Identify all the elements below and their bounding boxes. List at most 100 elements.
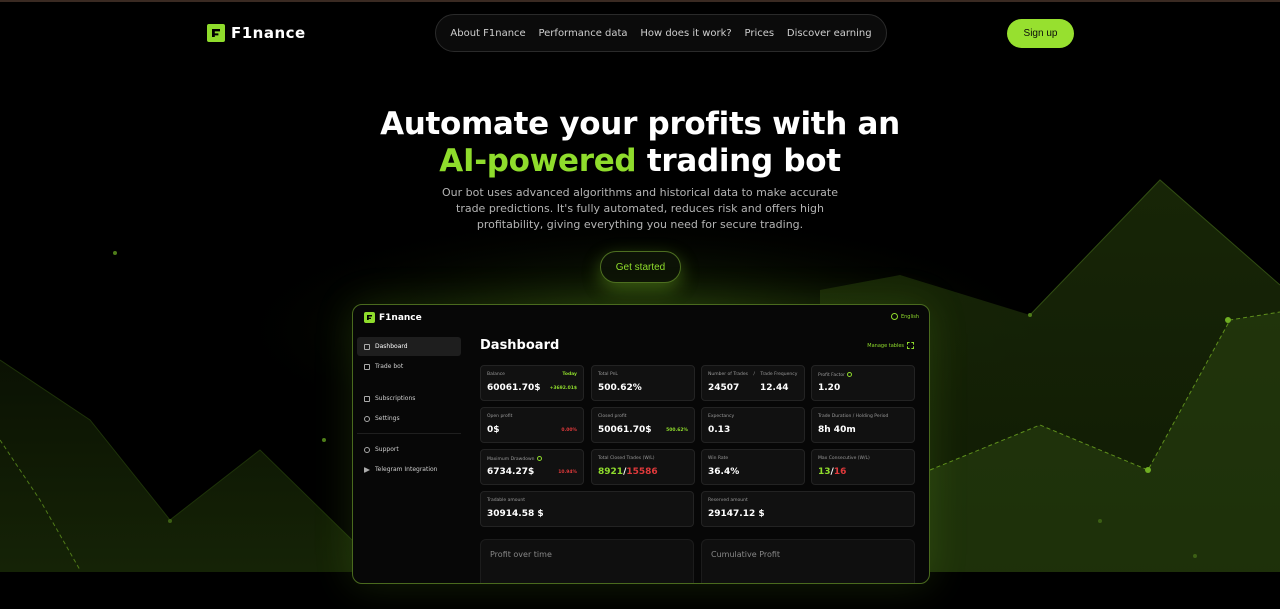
- sidebar-item-telegram[interactable]: Telegram Integration: [357, 460, 461, 479]
- hero-title: Automate your profits with an AI-powered…: [340, 106, 940, 180]
- profit-factor-label: Profit Factor: [818, 372, 852, 378]
- win-rate-card: Win Rate 36.4%: [701, 449, 805, 485]
- dashboard-title: Dashboard: [480, 338, 560, 353]
- open-profit-card: Open profit 0$ 0.00%: [480, 407, 584, 443]
- profit-over-time-chart: Profit over time: [480, 539, 694, 583]
- chart-icon: [364, 363, 370, 370]
- grid-icon: [364, 343, 370, 350]
- nav-about[interactable]: About F1nance: [450, 28, 525, 39]
- expectancy-label: Expectancy: [708, 414, 735, 419]
- manage-tables-button[interactable]: Manage tables: [867, 342, 914, 349]
- sidebar-item-settings[interactable]: Settings: [357, 409, 461, 428]
- dashboard-brand: F1nance: [379, 312, 422, 323]
- label-separator: /: [753, 372, 755, 377]
- total-pnl-card: Total PnL 500.62%: [591, 365, 695, 401]
- closed-profit-label: Closed profit: [598, 414, 627, 419]
- max-drawdown-card: Maximum Drawdown 6734.27$ 10.94%: [480, 449, 584, 485]
- max-drawdown-label: Maximum Drawdown: [487, 456, 542, 462]
- open-profit-value: 0$: [487, 425, 500, 435]
- reserved-amount-value: 29147.12 $: [708, 509, 765, 519]
- expectancy-value: 0.13: [708, 425, 731, 435]
- expectancy-card: Expectancy 0.13: [701, 407, 805, 443]
- max-drawdown-percent: 10.94%: [558, 470, 577, 475]
- consecutive-losses: 16: [833, 467, 847, 477]
- cumulative-profit-title: Cumulative Profit: [711, 550, 781, 559]
- info-icon[interactable]: [536, 456, 542, 461]
- reserved-amount-card: Reserved amount 29147.12 $: [701, 491, 915, 527]
- sidebar-item-trade-bot[interactable]: Trade bot: [357, 357, 461, 376]
- open-profit-percent: 0.00%: [561, 428, 577, 433]
- sidebar-item-dashboard[interactable]: Dashboard: [357, 337, 461, 356]
- telegram-icon: [364, 466, 370, 473]
- tradable-amount-card: Tradable amount 30914.58 $: [480, 491, 694, 527]
- dashboard-preview: F1nance English Dashboard Trade bot Subs…: [352, 304, 930, 584]
- get-started-button[interactable]: Get started: [600, 251, 681, 283]
- open-profit-label: Open profit: [487, 414, 513, 419]
- sidebar-item-label: Trade bot: [375, 363, 404, 370]
- frequency-label: Trade Frequency: [760, 372, 798, 377]
- info-icon[interactable]: [846, 372, 852, 377]
- max-drawdown-text: Maximum Drawdown: [487, 457, 535, 462]
- reserved-amount-label: Reserved amount: [708, 498, 748, 503]
- logo-icon: [364, 312, 375, 323]
- hero-subtitle: Our bot uses advanced algorithms and his…: [442, 186, 838, 231]
- total-pnl-value: 500.62%: [598, 383, 642, 393]
- card-icon: [364, 395, 370, 402]
- layout-icon: [907, 342, 914, 349]
- trade-duration-label: Trade Duration / Holding Period: [818, 414, 889, 419]
- wins-value: 8921: [598, 467, 624, 477]
- profit-factor-card: Profit Factor 1.20: [811, 365, 915, 401]
- tradable-amount-label: Tradable amount: [487, 498, 525, 503]
- cumulative-profit-chart: Cumulative Profit: [701, 539, 915, 583]
- gear-icon: [364, 415, 370, 422]
- losses-value: 15586: [626, 467, 658, 477]
- signup-button[interactable]: Sign up: [1007, 19, 1074, 48]
- profit-factor-text: Profit Factor: [818, 373, 845, 378]
- nav-discover-earning[interactable]: Discover earning: [787, 28, 872, 39]
- total-closed-trades-label: Total Closed Trades (W/L): [598, 456, 655, 461]
- balance-label: Balance: [487, 372, 505, 377]
- number-of-trades-label: Number of Trades / Trade Frequency: [708, 372, 797, 377]
- language-selector[interactable]: English: [890, 313, 919, 320]
- dashboard-sidebar: Dashboard Trade bot Subscriptions Settin…: [357, 337, 461, 480]
- balance-today-label: Today: [562, 372, 577, 377]
- trade-duration-value: 8h 40m: [818, 425, 856, 435]
- trade-duration-card: Trade Duration / Holding Period 8h 40m: [811, 407, 915, 443]
- dashboard-logo: F1nance: [364, 312, 422, 323]
- sidebar-divider: [357, 433, 461, 434]
- help-icon: [364, 446, 370, 453]
- balance-card: Balance Today 60061.70$ +3692.01$: [480, 365, 584, 401]
- sidebar-item-label: Subscriptions: [375, 395, 416, 402]
- brand-name: F1nance: [231, 24, 306, 42]
- hero-title-accent: AI-powered: [439, 143, 637, 179]
- sidebar-item-subscriptions[interactable]: Subscriptions: [357, 389, 461, 408]
- globe-icon: [890, 313, 898, 320]
- language-label: English: [900, 313, 919, 320]
- nav-performance[interactable]: Performance data: [538, 28, 627, 39]
- logo-icon: [207, 24, 225, 42]
- win-rate-label: Win Rate: [708, 456, 729, 461]
- max-consecutive-label: Max Consecutive (W/L): [818, 456, 870, 461]
- profit-factor-value: 1.20: [818, 383, 841, 393]
- brand-logo[interactable]: F1nance: [207, 24, 306, 42]
- max-consecutive-value: 13/16: [818, 467, 846, 477]
- win-rate-value: 36.4%: [708, 467, 740, 477]
- nav-prices[interactable]: Prices: [745, 28, 775, 39]
- sidebar-item-label: Telegram Integration: [375, 466, 438, 473]
- manage-tables-label: Manage tables: [867, 342, 904, 349]
- trade-frequency-value: 12.44: [760, 383, 789, 393]
- nav-how-it-works[interactable]: How does it work?: [640, 28, 731, 39]
- hero-title-rest: trading bot: [646, 143, 841, 179]
- hero-title-line1: Automate your profits with an: [380, 106, 900, 142]
- consecutive-wins: 13: [818, 467, 831, 477]
- main-nav: About F1nance Performance data How does …: [435, 14, 887, 52]
- total-closed-trades-value: 8921/15586: [598, 467, 658, 477]
- trades-label: Number of Trades: [708, 372, 748, 377]
- sidebar-item-support[interactable]: Support: [357, 440, 461, 459]
- number-of-trades-value: 24507: [708, 383, 740, 393]
- balance-change: +3692.01$: [549, 386, 577, 391]
- closed-profit-card: Closed profit 50061.70$ 500.62%: [591, 407, 695, 443]
- sidebar-item-label: Support: [375, 446, 399, 453]
- max-consecutive-card: Max Consecutive (W/L) 13/16: [811, 449, 915, 485]
- balance-value: 60061.70$: [487, 383, 541, 393]
